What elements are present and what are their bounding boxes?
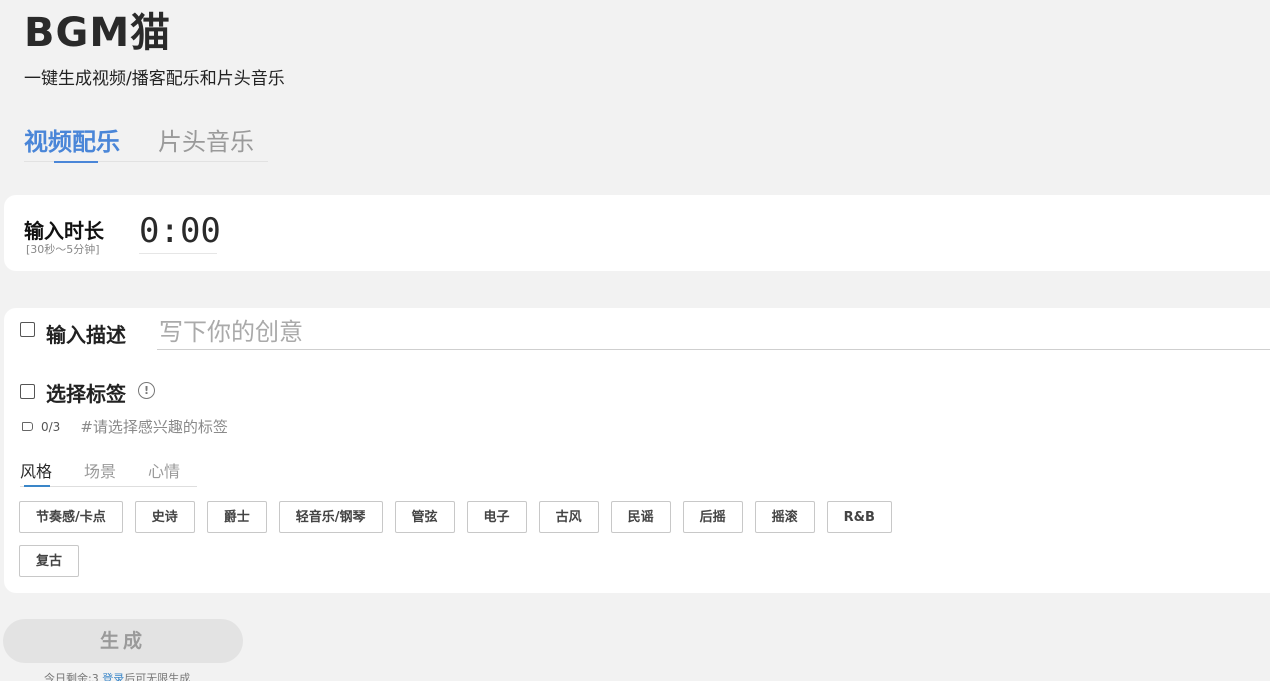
login-link[interactable]: 登录	[102, 672, 124, 681]
info-icon[interactable]: !	[138, 382, 155, 399]
tag-button-rnb[interactable]: R&B	[826, 501, 892, 533]
description-label: 输入描述	[46, 323, 126, 347]
tag-category-tabs: 风格 场景 心情	[20, 458, 197, 487]
tag-button-light-piano[interactable]: 轻音乐/钢琴	[278, 501, 383, 533]
tags-checkbox[interactable]	[20, 384, 35, 399]
description-checkbox[interactable]	[20, 322, 35, 337]
description-input[interactable]	[157, 315, 1270, 350]
tag-button-orchestral[interactable]: 管弦	[394, 501, 455, 533]
tags-label: 选择标签	[46, 382, 126, 406]
mode-tabs: 视频配乐 片头音乐	[24, 122, 268, 163]
header: BGM猫 一键生成视频/播客配乐和片头音乐	[24, 10, 285, 89]
tab-scene[interactable]: 场景	[84, 458, 116, 482]
app-root: BGM猫 一键生成视频/播客配乐和片头音乐 视频配乐 片头音乐 输入时长 [30…	[0, 0, 1270, 681]
duration-label: 输入时长	[24, 219, 104, 243]
tag-hint: #请选择感兴趣的标签	[80, 418, 228, 436]
tag-icon	[22, 422, 33, 431]
tab-mood[interactable]: 心情	[148, 458, 180, 482]
tag-button-rhythm[interactable]: 节奏感/卡点	[19, 501, 123, 533]
tag-grid: 节奏感/卡点 史诗 爵士 轻音乐/钢琴 管弦 电子 古风 民谣 后摇 摇滚 R&…	[19, 501, 959, 577]
options-card: 输入描述 选择标签 ! 0/3 #请选择感兴趣的标签 风格 场景 心情 节奏感/…	[4, 308, 1270, 593]
tag-button-epic[interactable]: 史诗	[134, 501, 195, 533]
app-logo: BGM猫	[24, 10, 172, 56]
remaining-count-text: 今日剩余:3	[44, 672, 103, 681]
tag-button-electronic[interactable]: 电子	[466, 501, 527, 533]
tag-button-folk[interactable]: 民谣	[610, 501, 671, 533]
generate-note: 今日剩余:3 登录后可无限生成	[44, 670, 190, 681]
tag-button-retro[interactable]: 复古	[19, 545, 80, 577]
tab-video-bgm[interactable]: 视频配乐	[24, 122, 120, 163]
duration-input[interactable]: 0:00	[139, 211, 221, 254]
tag-button-rock[interactable]: 摇滚	[754, 501, 815, 533]
tag-count-row: 0/3 #请选择感兴趣的标签	[22, 416, 228, 437]
generate-button[interactable]: 生成	[3, 619, 243, 663]
tag-button-post-rock[interactable]: 后摇	[682, 501, 743, 533]
duration-card: 输入时长 [30秒～5分钟] 0:00	[4, 195, 1270, 271]
app-subtitle: 一键生成视频/播客配乐和片头音乐	[24, 69, 285, 89]
tab-intro-music[interactable]: 片头音乐	[158, 122, 254, 157]
tab-style[interactable]: 风格	[20, 458, 52, 487]
tag-count: 0/3	[41, 419, 61, 434]
tag-button-chinese-style[interactable]: 古风	[538, 501, 599, 533]
unlimited-note-text: 后可无限生成	[124, 672, 191, 681]
duration-hint: [30秒～5分钟]	[26, 243, 100, 256]
tag-button-jazz[interactable]: 爵士	[206, 501, 267, 533]
